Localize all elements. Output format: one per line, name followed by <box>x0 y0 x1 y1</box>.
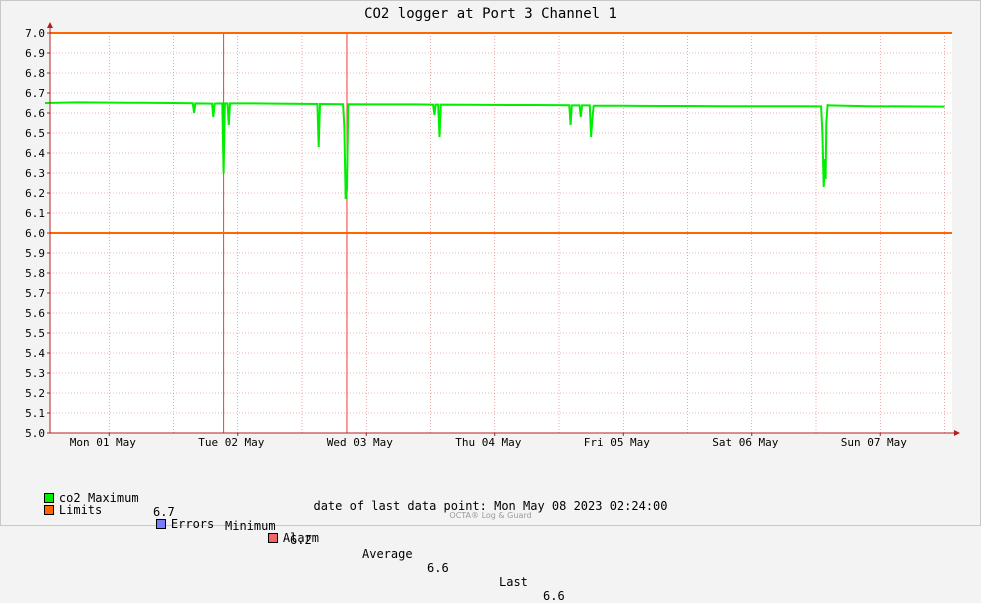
x-tick-label: Tue 02 May <box>198 436 265 449</box>
x-tick-label: Thu 04 May <box>455 436 522 449</box>
y-tick-label: 5.8 <box>25 267 45 280</box>
y-axis-arrow <box>47 22 53 28</box>
y-tick-label: 6.3 <box>25 167 45 180</box>
y-tick-label: 5.9 <box>25 247 45 260</box>
legend-alarm: Alarm <box>282 531 320 545</box>
y-tick-label: 5.1 <box>25 407 45 420</box>
y-tick-label: 6.7 <box>25 87 45 100</box>
x-axis-arrow <box>954 430 960 436</box>
legend-last-label: Last <box>499 575 528 589</box>
y-tick-label: 6.0 <box>25 227 45 240</box>
y-tick-label: 5.7 <box>25 287 45 300</box>
y-tick-label: 6.9 <box>25 47 45 60</box>
legend-avg-value: 6.6 <box>427 561 449 575</box>
co2-chart: 5.0 5.1 5.2 5.3 5.4 5.5 5.6 5.7 5.8 5.9 6.0 6.1 6.2 6… <box>25 22 960 449</box>
x-axis-labels: Mon 01 May Tue 02 May Wed 03 May Thu 04 May… <box>70 436 908 449</box>
alarm-swatch <box>267 533 278 543</box>
grid-lines <box>47 32 952 436</box>
x-tick-label: Wed 03 May <box>327 436 394 449</box>
y-tick-label: 5.0 <box>25 427 45 440</box>
y-tick-label: 6.1 <box>25 207 45 220</box>
x-tick-label: Sat 06 May <box>712 436 779 449</box>
x-tick-label: Sun 07 May <box>841 436 908 449</box>
y-tick-label: 6.4 <box>25 147 45 160</box>
y-tick-label: 6.6 <box>25 107 45 120</box>
errors-swatch <box>155 519 166 529</box>
x-tick-label: Fri 05 May <box>584 436 651 449</box>
x-tick-label: Mon 01 May <box>70 436 137 449</box>
brand-logo-text: OCTA® Log & Guard <box>449 511 532 520</box>
y-tick-label: 6.8 <box>25 67 45 80</box>
y-tick-label: 5.3 <box>25 367 45 380</box>
y-tick-label: 5.4 <box>25 347 45 360</box>
y-axis-labels: 5.0 5.1 5.2 5.3 5.4 5.5 5.6 5.7 5.8 5.9 6.0 6.1 6.2 6… <box>25 27 45 440</box>
y-tick-label: 5.6 <box>25 307 45 320</box>
y-tick-label: 6.5 <box>25 127 45 140</box>
y-tick-label: 7.0 <box>25 27 45 40</box>
y-tick-label: 5.5 <box>25 327 45 340</box>
legend-avg-label: Average <box>362 547 413 561</box>
legend-last-value: 6.6 <box>543 589 565 603</box>
y-tick-label: 5.2 <box>25 387 45 400</box>
y-tick-label: 6.2 <box>25 187 45 200</box>
